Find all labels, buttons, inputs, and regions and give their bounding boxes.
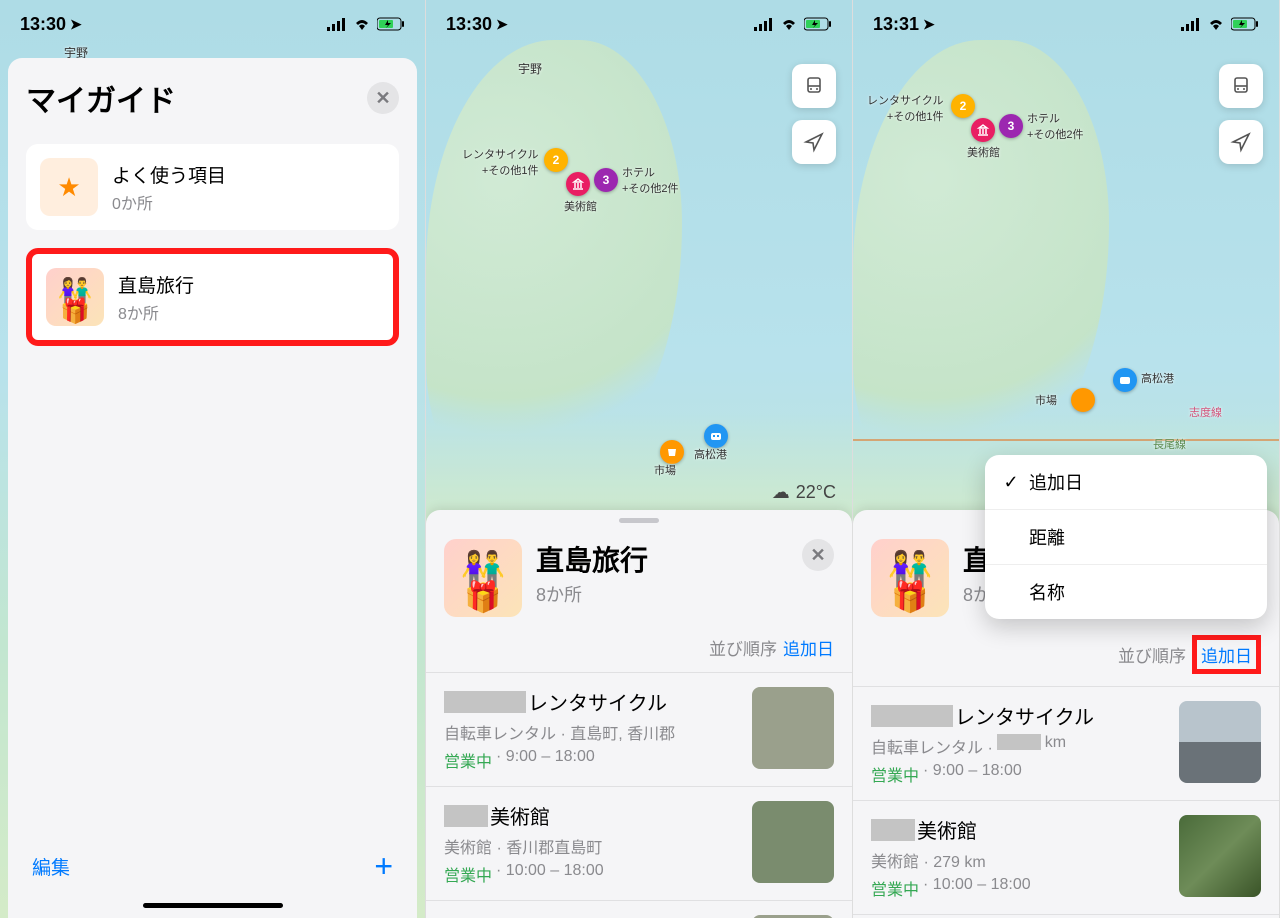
sort-button[interactable]: 追加日 bbox=[1192, 635, 1261, 674]
map-pin-port[interactable] bbox=[704, 424, 728, 448]
map-pin-market-label: 市場 bbox=[654, 462, 676, 478]
redacted-text bbox=[871, 705, 953, 727]
guide-item-naoshima[interactable]: 直島旅行 8か所 bbox=[26, 248, 399, 346]
map-pin-museum-label: 美術館 bbox=[967, 144, 1000, 160]
place-thumbnail bbox=[752, 801, 834, 883]
weather-temp: 22°C bbox=[796, 482, 836, 503]
status-time: 13:30 bbox=[446, 14, 492, 35]
redacted-text bbox=[444, 691, 526, 713]
edit-button[interactable]: 編集 bbox=[32, 853, 70, 880]
redacted-text bbox=[871, 819, 915, 841]
map-pin-rental[interactable]: 2 bbox=[951, 94, 975, 118]
map-pin-rental-label: レンタサイクル+その他1件 bbox=[462, 146, 538, 178]
place-item-hotel[interactable]: ホテル bbox=[853, 914, 1279, 918]
map-label-uno: 宇野 bbox=[518, 60, 542, 77]
battery-icon bbox=[804, 17, 832, 31]
place-thumbnail bbox=[1179, 815, 1261, 897]
my-guides-sheet: マイガイド ✕ ★ よく使う項目 0か所 直島旅行 8か所 編集 + bbox=[8, 58, 417, 918]
cellular-icon bbox=[327, 17, 347, 31]
battery-icon bbox=[1231, 17, 1259, 31]
place-item-museum[interactable]: 美術館 美術館 · 香川郡直島町 営業中 · 10:00 – 18:00 bbox=[426, 786, 852, 900]
guide-image-icon bbox=[871, 539, 949, 617]
sheet-grabber[interactable] bbox=[619, 518, 659, 523]
map-pin-port[interactable] bbox=[1113, 368, 1137, 392]
home-indicator[interactable] bbox=[143, 903, 283, 908]
sort-option-distance[interactable]: 距離 bbox=[985, 510, 1267, 565]
status-bar: 13:31 ➤ bbox=[853, 0, 1279, 48]
map-pin-museum[interactable] bbox=[971, 118, 995, 142]
map-pin-hotel-label: ホテル+その他2件 bbox=[622, 164, 679, 196]
redacted-text bbox=[997, 734, 1041, 750]
place-thumbnail bbox=[752, 687, 834, 769]
sort-label: 並び順序 bbox=[709, 635, 777, 660]
cloud-icon: ☁︎ bbox=[772, 482, 790, 503]
close-button[interactable]: ✕ bbox=[802, 539, 834, 571]
map-rail-label: 志度線 bbox=[1189, 404, 1222, 420]
transit-mode-button[interactable] bbox=[1219, 64, 1263, 108]
redacted-text bbox=[444, 805, 488, 827]
page-title: マイガイド bbox=[26, 76, 176, 120]
status-time: 13:30 bbox=[20, 14, 66, 35]
weather-widget[interactable]: ☁︎ 22°C bbox=[772, 482, 836, 503]
battery-icon bbox=[377, 17, 405, 31]
map-pin-hotel[interactable]: 3 bbox=[594, 168, 618, 192]
close-button[interactable]: ✕ bbox=[367, 82, 399, 114]
guide-image-icon bbox=[46, 268, 104, 326]
wifi-icon bbox=[780, 17, 798, 31]
map-pin-market[interactable] bbox=[660, 440, 684, 464]
wifi-icon bbox=[1207, 17, 1225, 31]
favorites-item[interactable]: ★ よく使う項目 0か所 bbox=[26, 144, 399, 230]
guide-label: 直島旅行 bbox=[118, 271, 194, 298]
map-pin-market-label: 市場 bbox=[1035, 392, 1057, 408]
locate-me-button[interactable] bbox=[792, 120, 836, 164]
map-pin-hotel-label: ホテル+その他2件 bbox=[1027, 110, 1084, 142]
sort-option-added-date[interactable]: ✓ 追加日 bbox=[985, 455, 1267, 510]
map-pin-rental-label: レンタサイクル+その他1件 bbox=[867, 92, 943, 124]
status-bar: 13:30 ➤ bbox=[0, 0, 425, 48]
location-icon: ➤ bbox=[496, 16, 508, 33]
location-icon: ➤ bbox=[923, 16, 935, 33]
sort-label: 並び順序 bbox=[1118, 642, 1186, 667]
checkmark-icon: ✓ bbox=[1003, 472, 1019, 493]
map-pin-museum[interactable] bbox=[566, 172, 590, 196]
map-pin-port-label: 高松港 bbox=[694, 446, 727, 462]
status-time: 13:31 bbox=[873, 14, 919, 35]
sort-menu: ✓ 追加日 距離 名称 bbox=[985, 455, 1267, 619]
map-pin-rental[interactable]: 2 bbox=[544, 148, 568, 172]
place-item-hotel[interactable]: ホテル bbox=[426, 900, 852, 918]
map-pin-market[interactable] bbox=[1071, 388, 1095, 412]
cellular-icon bbox=[754, 17, 774, 31]
favorites-count: 0か所 bbox=[112, 190, 226, 214]
place-item-rental[interactable]: レンタサイクル 自転車レンタル · km 営業中 · 9:00 – 18:00 bbox=[853, 686, 1279, 800]
guide-detail-card: 直島旅行 8か所 ✕ 並び順序 追加日 レンタサイクル 自転車レンタル · 直島… bbox=[426, 510, 852, 918]
wifi-icon bbox=[353, 17, 371, 31]
place-item-museum[interactable]: 美術館 美術館 · 279 km 営業中 · 10:00 – 18:00 bbox=[853, 800, 1279, 914]
place-item-rental[interactable]: レンタサイクル 自転車レンタル · 直島町, 香川郡 営業中 · 9:00 – … bbox=[426, 672, 852, 786]
transit-mode-button[interactable] bbox=[792, 64, 836, 108]
add-button[interactable]: + bbox=[374, 848, 393, 885]
favorites-label: よく使う項目 bbox=[112, 161, 226, 188]
guide-image-icon bbox=[444, 539, 522, 617]
location-icon: ➤ bbox=[70, 16, 82, 33]
locate-me-button[interactable] bbox=[1219, 120, 1263, 164]
place-thumbnail bbox=[1179, 701, 1261, 783]
status-bar: 13:30 ➤ bbox=[426, 0, 852, 48]
guide-count: 8か所 bbox=[536, 581, 788, 607]
sort-button[interactable]: 追加日 bbox=[783, 635, 834, 660]
map-pin-museum-label: 美術館 bbox=[564, 198, 597, 214]
star-icon: ★ bbox=[40, 158, 98, 216]
map-pin-hotel[interactable]: 3 bbox=[999, 114, 1023, 138]
map-rail-label: 長尾線 bbox=[1153, 436, 1186, 452]
guide-count: 8か所 bbox=[118, 300, 194, 324]
cellular-icon bbox=[1181, 17, 1201, 31]
guide-title: 直島旅行 bbox=[536, 539, 788, 579]
map-pin-port-label: 高松港 bbox=[1141, 370, 1174, 386]
sort-option-name[interactable]: 名称 bbox=[985, 565, 1267, 619]
